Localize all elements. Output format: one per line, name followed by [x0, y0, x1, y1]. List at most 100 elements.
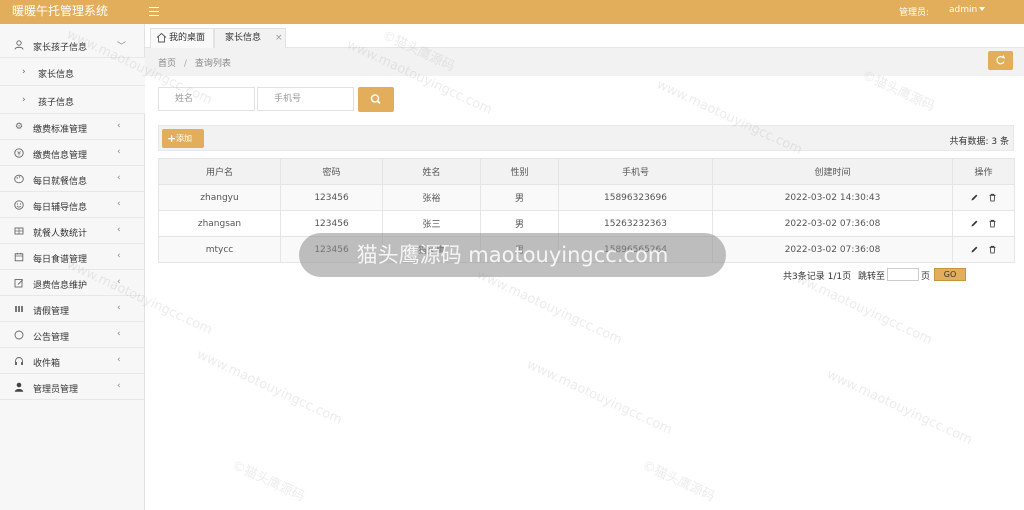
name-search-input[interactable]	[158, 87, 255, 111]
tab-label: 家长信息	[225, 33, 262, 43]
smile-icon	[14, 200, 24, 210]
chevron-left-icon: ‹	[117, 381, 121, 391]
sidebar-item-fee-info[interactable]: ¥ 缴费信息管理 ‹	[0, 140, 145, 166]
total-count: 共有数据: 3 条	[949, 137, 1009, 147]
trash-icon[interactable]	[988, 193, 997, 202]
chevron-down-icon: ﹀	[117, 42, 127, 52]
breadcrumb-separator: /	[183, 59, 187, 69]
search-icon	[370, 94, 381, 105]
chevron-left-icon: ‹	[117, 251, 121, 261]
app-title: 暖暖午托管理系统	[12, 4, 109, 18]
tab-label: 我的桌面	[169, 33, 206, 43]
calendar-icon	[14, 252, 24, 262]
user-icon	[14, 40, 24, 50]
cell-gender: 男	[480, 210, 559, 237]
sidebar-item-label: 每日辅导信息	[33, 203, 88, 213]
cell-gender: 男	[480, 236, 559, 263]
cell-created: 2022-03-02 07:36:08	[712, 236, 953, 263]
breadcrumb: 首页 / 查询列表	[158, 56, 231, 69]
tab-my-desktop[interactable]: 我的桌面	[150, 28, 214, 48]
cell-username: zhangsan	[158, 210, 281, 237]
column-header: 密码	[280, 158, 383, 185]
cell-password: 123456	[280, 210, 383, 237]
admin-name[interactable]: admin	[949, 5, 977, 15]
table-row: zhangyu 123456 张裕 男 15896323696 2022-03-…	[158, 184, 1015, 211]
edit-icon[interactable]	[970, 219, 979, 228]
chevron-right-icon: ›	[22, 95, 26, 105]
gear-icon: ⚙	[14, 122, 24, 132]
caret-down-icon[interactable]	[979, 7, 985, 11]
grid-icon	[14, 304, 24, 314]
pager-summary: 共3条记录 1/1页	[783, 272, 852, 282]
column-header: 操作	[952, 158, 1015, 185]
page-number-input[interactable]	[887, 268, 919, 281]
sidebar-item-label: 收件箱	[33, 359, 61, 369]
sidebar-item-leave[interactable]: 请假管理 ‹	[0, 296, 145, 322]
sidebar-item-label: 缴费信息管理	[33, 151, 88, 161]
tab-parent-info[interactable]: 家长信息 ×	[214, 28, 286, 48]
admin-label: 管理员:	[899, 8, 930, 18]
cell-phone: 15896565264	[558, 236, 713, 263]
phone-search-input[interactable]	[257, 87, 354, 111]
search-button[interactable]	[358, 87, 394, 112]
sidebar-item-inbox[interactable]: 收件箱 ‹	[0, 348, 145, 374]
table-row: mtycc 123456 猫头鹰 男 15896565264 2022-03-0…	[158, 236, 1015, 263]
sidebar-item-meal-count[interactable]: 就餐人数统计 ‹	[0, 218, 145, 244]
sidebar-item-label: 管理员管理	[33, 385, 79, 395]
refresh-button[interactable]	[988, 51, 1013, 70]
tab-bar: 我的桌面 家长信息 ×	[145, 24, 1024, 48]
column-header: 性别	[480, 158, 559, 185]
edit-icon[interactable]	[970, 245, 979, 254]
sidebar-item-fee-standard[interactable]: ⚙ 缴费标准管理 ‹	[0, 114, 145, 140]
parent-info-table: 用户名 密码 姓名 性别 手机号 创建时间 操作 zhangyu 123456 …	[158, 158, 1015, 263]
chevron-left-icon: ‹	[117, 173, 121, 183]
sidebar-subitem-label: 家长信息	[38, 70, 75, 80]
chevron-left-icon: ‹	[117, 355, 121, 365]
sidebar-item-label: 请假管理	[33, 307, 70, 317]
trash-icon[interactable]	[988, 245, 997, 254]
plus-icon: +	[167, 132, 177, 145]
sidebar-item-daily-tutoring[interactable]: 每日辅导信息 ‹	[0, 192, 145, 218]
sidebar-subitem-child-info[interactable]: › 孩子信息	[0, 86, 145, 114]
sidebar: 家长孩子信息 ﹀ › 家长信息 › 孩子信息 ⚙ 缴费标准管理 ‹ ¥ 缴费信息…	[0, 24, 145, 510]
column-header: 创建时间	[712, 158, 953, 185]
go-button[interactable]: GO	[934, 268, 966, 281]
cell-name: 张裕	[382, 184, 481, 211]
table-icon	[14, 226, 24, 236]
sidebar-item-label: 每日就餐信息	[33, 177, 88, 187]
sidebar-item-label: 家长孩子信息	[33, 43, 88, 53]
cell-name: 猫头鹰	[382, 236, 481, 263]
sidebar-item-admin[interactable]: 管理员管理 ‹	[0, 374, 145, 400]
menu-toggle-icon[interactable]	[146, 4, 162, 18]
cell-phone: 15263232363	[558, 210, 713, 237]
sidebar-item-daily-meal[interactable]: 每日就餐信息 ‹	[0, 166, 145, 192]
sidebar-item-notice[interactable]: 公告管理 ‹	[0, 322, 145, 348]
sidebar-subitem-parent-info[interactable]: › 家长信息	[0, 58, 145, 86]
pager-page-unit: 页	[921, 272, 931, 282]
cell-phone: 15896323696	[558, 184, 713, 211]
palette-icon	[14, 174, 24, 184]
sidebar-item-refund-info[interactable]: 退费信息维护 ‹	[0, 270, 145, 296]
yen-icon: ¥	[14, 148, 24, 158]
cell-username: zhangyu	[158, 184, 281, 211]
breadcrumb-home[interactable]: 首页	[158, 59, 176, 69]
close-icon[interactable]: ×	[275, 29, 283, 47]
edit-icon[interactable]	[970, 193, 979, 202]
table-toolbar: + 添加 共有数据: 3 条	[158, 125, 1014, 151]
sidebar-item-label: 就餐人数统计	[33, 229, 88, 239]
pager-jump-label: 跳转至	[858, 272, 886, 282]
sidebar-item-label: 退费信息维护	[33, 281, 88, 291]
cell-created: 2022-03-02 07:36:08	[712, 210, 953, 237]
cell-actions	[952, 236, 1015, 263]
cell-gender: 男	[480, 184, 559, 211]
circle-icon	[14, 330, 24, 340]
home-icon	[156, 32, 167, 43]
trash-icon[interactable]	[988, 219, 997, 228]
edit-icon	[14, 278, 24, 288]
sidebar-item-daily-recipe[interactable]: 每日食谱管理 ‹	[0, 244, 145, 270]
sidebar-item-parent-child-info[interactable]: 家长孩子信息 ﹀	[0, 32, 145, 58]
table-header-row: 用户名 密码 姓名 性别 手机号 创建时间 操作	[158, 158, 1015, 185]
chevron-left-icon: ‹	[117, 303, 121, 313]
add-button[interactable]: + 添加	[162, 129, 204, 148]
chevron-right-icon: ›	[22, 67, 26, 77]
